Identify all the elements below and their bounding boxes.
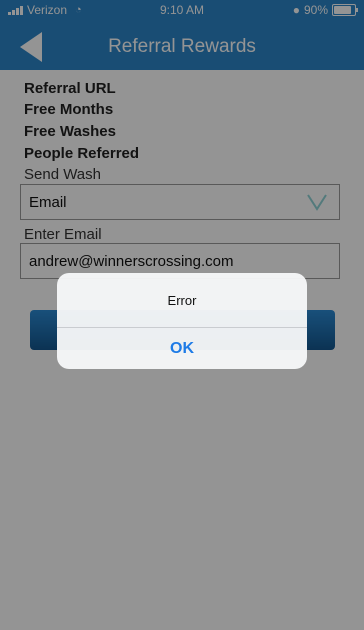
alert-title: Error [167, 293, 197, 308]
ok-button[interactable]: OK [57, 328, 307, 369]
error-alert: Error OK [57, 273, 307, 369]
app-screen: Verizon ◔ 9:10 AM ● 90% Referral Rewards… [0, 0, 364, 630]
